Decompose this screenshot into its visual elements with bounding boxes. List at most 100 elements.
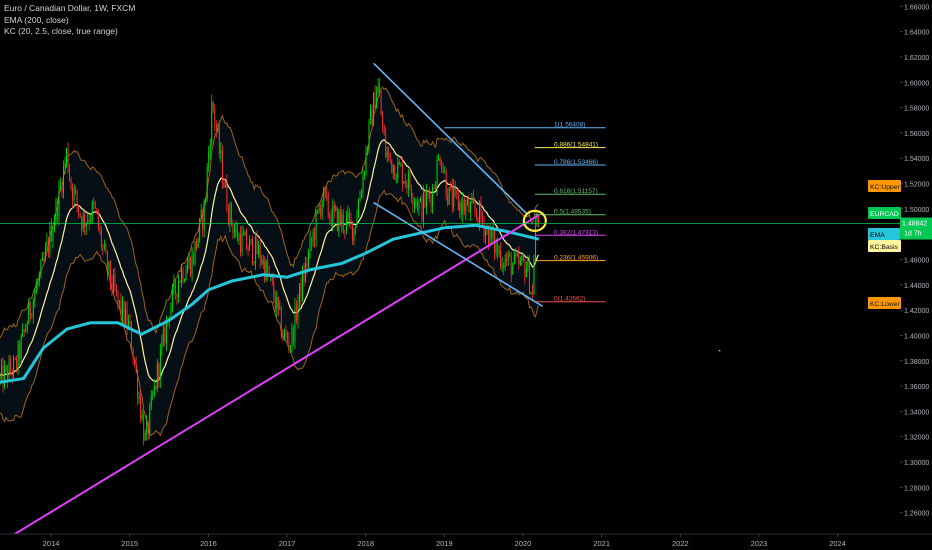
candle-body — [371, 109, 373, 125]
fib-level-label: 1(1.56408) — [554, 122, 585, 129]
candle-body — [159, 348, 161, 380]
candle-body — [377, 85, 379, 93]
time-axis[interactable]: 2014 2015 2016 2017 2018 2019 2020 2021 2022 2023… — [0, 533, 932, 550]
candle-body — [164, 327, 166, 344]
candle-body — [158, 363, 160, 380]
candle-body — [447, 196, 449, 205]
candle-body — [220, 150, 222, 154]
candle-body — [460, 202, 462, 216]
candle-body — [78, 204, 80, 214]
price-tick-label: 1.40000 — [904, 333, 929, 340]
candle-body — [252, 239, 254, 263]
candle-body — [117, 291, 119, 303]
candle-body — [176, 293, 178, 298]
candle-body — [174, 281, 176, 294]
time-tick-label: 2024 — [829, 539, 846, 548]
fib-level-label: 0.382(1.47913) — [554, 229, 598, 236]
candle-body — [122, 300, 123, 317]
candle-body — [279, 307, 281, 309]
candle-body — [187, 265, 189, 273]
candle-body — [373, 92, 375, 125]
price-tick-label: 1.42000 — [904, 308, 929, 315]
candle-body — [188, 257, 190, 266]
candle-body — [64, 162, 66, 167]
candle-body — [55, 201, 57, 222]
candle-body — [4, 366, 5, 387]
candle-body — [536, 217, 538, 227]
candle-body — [13, 358, 15, 377]
candle-body — [76, 190, 78, 205]
candle-body — [423, 192, 424, 220]
candle-body — [433, 187, 435, 189]
candle-body — [116, 289, 117, 292]
candle-body — [249, 239, 251, 251]
candle-body — [497, 243, 499, 253]
candle-body — [149, 406, 151, 435]
candle-body — [503, 265, 505, 268]
badge-kc-lower: KC:Lower — [868, 297, 901, 309]
price-tick-label: 1.32000 — [904, 435, 929, 442]
candle-body — [72, 187, 74, 201]
candle-body — [11, 372, 13, 377]
candle-body — [123, 300, 125, 326]
candle-body — [430, 196, 432, 206]
candle-body — [43, 257, 45, 260]
candle-body — [152, 395, 154, 396]
candle-body — [288, 340, 290, 347]
candle-body — [488, 227, 489, 247]
candle-body — [215, 123, 217, 131]
candle-body — [482, 217, 483, 222]
candle-body — [7, 366, 9, 382]
fib-level-label: 0.786(1.53466) — [554, 159, 598, 166]
candle-body — [224, 181, 226, 188]
time-tick-label: 2015 — [121, 539, 138, 548]
candle-body — [218, 127, 220, 154]
candle-body — [114, 275, 116, 290]
candle-body — [277, 296, 279, 308]
candle-body — [233, 229, 235, 233]
price-tick-label: 1.56000 — [904, 131, 929, 138]
candle-body — [230, 203, 232, 223]
candle-body — [510, 255, 512, 275]
candle-body — [445, 171, 447, 197]
candle-body — [246, 231, 247, 249]
candle-body — [125, 308, 126, 326]
candle-body — [84, 215, 86, 228]
candle-body — [457, 194, 459, 210]
price-chart[interactable]: 1(1.56408) 0.886(1.54841) 0.786(1.53466) 0.… — [0, 0, 932, 550]
candle-body — [450, 187, 452, 188]
candle-body — [531, 291, 533, 295]
candle-body — [453, 187, 455, 207]
candle-body — [339, 211, 341, 225]
legend-kc: KC (20, 2.5, close, true range) — [4, 26, 118, 36]
candle-body — [361, 192, 362, 197]
candle-body — [150, 395, 152, 407]
candle-body — [500, 250, 502, 267]
candle-body — [524, 261, 526, 278]
candle-body — [389, 152, 391, 160]
candle-body — [513, 253, 515, 265]
candle-body — [365, 150, 367, 173]
price-tick-label: 1.66000 — [904, 4, 929, 11]
candle-body — [190, 257, 192, 276]
candle-body — [146, 422, 148, 434]
candle-body — [335, 207, 337, 210]
candle-body — [256, 237, 258, 255]
candle-body — [94, 203, 96, 209]
candle-body — [406, 183, 408, 189]
candle-body — [350, 219, 352, 222]
candle-body — [108, 261, 110, 273]
badge-ema: EMA — [868, 228, 900, 240]
price-tick-label: 1.30000 — [904, 460, 929, 467]
candle-body — [471, 198, 473, 203]
candle-body — [165, 320, 167, 344]
candle-body — [327, 194, 329, 216]
stray-marker — [718, 349, 721, 352]
candle-body — [217, 127, 219, 131]
candle-body — [504, 258, 506, 268]
candle-body — [41, 257, 43, 261]
candle-body — [79, 213, 81, 217]
candle-body — [276, 296, 278, 310]
candle-body — [462, 200, 464, 216]
candle-body — [22, 329, 24, 337]
